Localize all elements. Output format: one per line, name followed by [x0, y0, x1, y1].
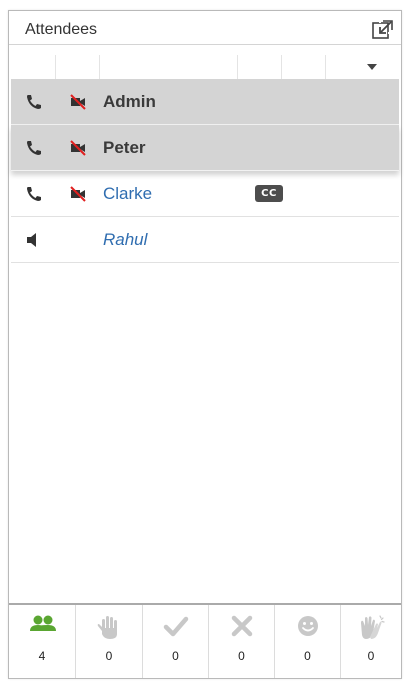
attendee-name[interactable]: Clarke — [103, 184, 152, 204]
raise-hand-count: 0 — [105, 649, 113, 663]
smiley-cell[interactable]: 0 — [275, 605, 341, 678]
header-name-column[interactable] — [99, 55, 238, 79]
attendee-row-admin[interactable]: Admin — [11, 79, 399, 125]
video-off-icon — [69, 93, 87, 111]
smiley-icon — [293, 613, 323, 641]
phone-icon — [25, 185, 43, 203]
disagree-x-icon — [227, 613, 257, 641]
feedback-summary-bar: 4 0 0 0 0 0 — [9, 603, 401, 678]
applause-count: 0 — [367, 649, 375, 663]
phone-icon — [25, 139, 43, 157]
attendee-name: Admin — [103, 92, 156, 111]
disagree-cell[interactable]: 0 — [209, 605, 275, 678]
panel-title: Attendees — [25, 21, 98, 38]
header-audio-column[interactable] — [11, 55, 56, 79]
attendee-row-rahul[interactable]: Rahul — [11, 217, 399, 263]
attendee-list: Admin Peter Clarke CC Rahul — [11, 79, 399, 263]
attendee-name[interactable]: Rahul — [103, 230, 147, 250]
applause-cell[interactable]: 0 — [341, 605, 401, 678]
closed-caption-badge[interactable]: CC — [255, 185, 283, 202]
attendee-name: Peter — [103, 138, 146, 157]
popout-icon[interactable] — [371, 20, 393, 40]
attendee-row-peter[interactable]: Peter — [11, 125, 399, 171]
sort-dropdown-arrow-icon[interactable] — [367, 64, 377, 70]
attendee-count: 4 — [38, 649, 46, 663]
attendees-icon — [27, 613, 57, 641]
attendee-row-clarke[interactable]: Clarke CC — [11, 171, 399, 217]
header-cc-column[interactable] — [237, 55, 282, 79]
panel-title-bar: Attendees — [9, 11, 401, 45]
video-off-icon — [69, 185, 87, 203]
attendee-count-cell[interactable]: 4 — [9, 605, 76, 678]
agree-check-icon — [161, 613, 191, 641]
header-video-column[interactable] — [55, 55, 100, 79]
phone-icon — [25, 93, 43, 111]
applause-icon — [356, 613, 386, 641]
disagree-count: 0 — [238, 649, 245, 663]
speaker-icon — [25, 231, 43, 249]
header-extra-column[interactable] — [281, 55, 326, 79]
raise-hand-cell[interactable]: 0 — [76, 605, 143, 678]
agree-count: 0 — [172, 649, 179, 663]
attendee-list-header — [11, 55, 399, 80]
attendees-panel: Attendees Admin Peter Clarke CC Rahul 4 … — [8, 10, 402, 679]
raise-hand-icon — [94, 613, 124, 641]
video-off-icon — [69, 139, 87, 157]
smiley-count: 0 — [304, 649, 311, 663]
agree-cell[interactable]: 0 — [143, 605, 209, 678]
